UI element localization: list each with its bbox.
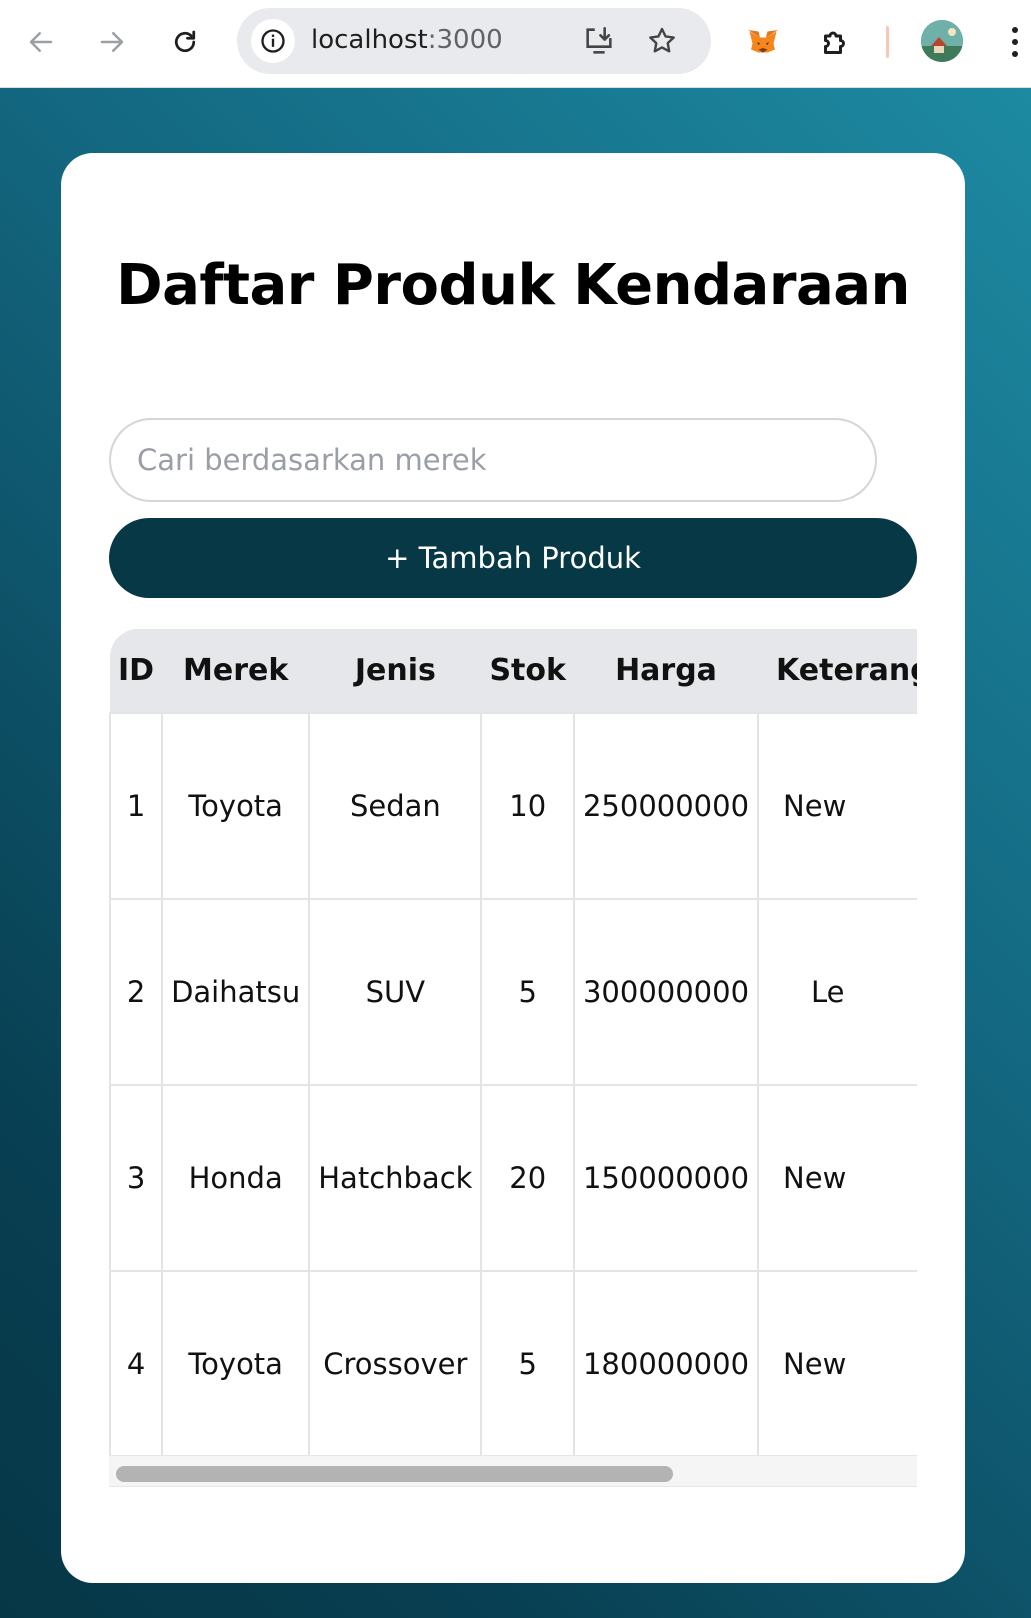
cell-jenis: Sedan <box>308 712 483 900</box>
cell-stok: 10 <box>480 712 575 900</box>
cell-harga: 250000000 <box>572 712 760 900</box>
profile-avatar[interactable] <box>921 20 963 62</box>
url-host: localhost <box>311 25 428 55</box>
cell-id: 1 <box>109 712 164 900</box>
browser-toolbar: localhost:3000 <box>0 0 1031 88</box>
header-id: ID <box>118 653 155 688</box>
url-port: :3000 <box>427 25 503 55</box>
site-info-icon[interactable] <box>251 19 295 63</box>
cell-jenis: SUV <box>308 898 483 1086</box>
cell-keterangan: Le <box>757 898 917 1086</box>
address-bar[interactable]: localhost:3000 <box>237 8 711 74</box>
bookmark-star-icon[interactable] <box>644 23 680 59</box>
cell-stok: 5 <box>480 898 575 1086</box>
cell-merek: Toyota <box>161 1270 311 1458</box>
cell-keterangan: New <box>757 712 917 900</box>
cell-jenis: Crossover <box>308 1270 483 1458</box>
cell-harga: 300000000 <box>572 898 760 1086</box>
scrollbar-thumb[interactable] <box>116 1466 673 1482</box>
table-row: 3 Honda Hatchback 20 150000000 New <box>109 1084 917 1272</box>
header-jenis: Jenis <box>354 653 436 688</box>
cell-harga: 180000000 <box>572 1270 760 1458</box>
header-keterangan: Keterangan <box>776 653 917 688</box>
cell-jenis: Hatchback <box>308 1084 483 1272</box>
cell-keterangan: New <box>757 1270 917 1458</box>
cell-stok: 20 <box>480 1084 575 1272</box>
arrow-right-icon <box>100 32 124 52</box>
install-app-icon[interactable] <box>581 23 617 59</box>
cell-harga: 150000000 <box>572 1084 760 1272</box>
cell-stok: 5 <box>480 1270 575 1458</box>
header-harga: Harga <box>615 653 717 688</box>
cell-merek: Honda <box>161 1084 311 1272</box>
metamask-extension-icon[interactable] <box>741 20 785 64</box>
table-row: 2 Daihatsu SUV 5 300000000 Le <box>109 898 917 1086</box>
horizontal-scrollbar[interactable] <box>109 1455 917 1487</box>
cell-id: 3 <box>109 1084 164 1272</box>
reload-button[interactable] <box>163 20 207 64</box>
page-background: Daftar Produk Kendaraan + Tambah Produk … <box>0 88 1031 1618</box>
toolbar-separator <box>886 26 889 58</box>
header-merek: Merek <box>183 653 289 688</box>
reload-icon <box>174 30 196 53</box>
page-title: Daftar Produk Kendaraan <box>116 253 910 318</box>
add-product-button[interactable]: + Tambah Produk <box>109 518 917 598</box>
extensions-puzzle-icon[interactable] <box>814 20 858 64</box>
cell-merek: Toyota <box>161 712 311 900</box>
browser-menu-icon[interactable] <box>1003 20 1027 64</box>
forward-button[interactable] <box>90 20 134 64</box>
search-input[interactable] <box>109 418 877 502</box>
table-row: 4 Toyota Crossover 5 180000000 New <box>109 1270 917 1458</box>
back-button[interactable] <box>19 20 63 64</box>
table-header-row: ID Merek Jenis Stok Harga Keterangan <box>110 629 917 713</box>
url-text: localhost:3000 <box>311 25 503 55</box>
product-card: Daftar Produk Kendaraan + Tambah Produk … <box>61 153 965 1583</box>
product-table: ID Merek Jenis Stok Harga Keterangan 1 T… <box>109 629 917 1458</box>
cell-merek: Daihatsu <box>161 898 311 1086</box>
cell-id: 4 <box>109 1270 164 1458</box>
product-table-container[interactable]: ID Merek Jenis Stok Harga Keterangan 1 T… <box>109 629 917 1489</box>
cell-keterangan: New <box>757 1084 917 1272</box>
table-row: 1 Toyota Sedan 10 250000000 New <box>109 712 917 900</box>
header-stok: Stok <box>489 653 566 688</box>
cell-id: 2 <box>109 898 164 1086</box>
arrow-left-icon <box>29 32 53 52</box>
